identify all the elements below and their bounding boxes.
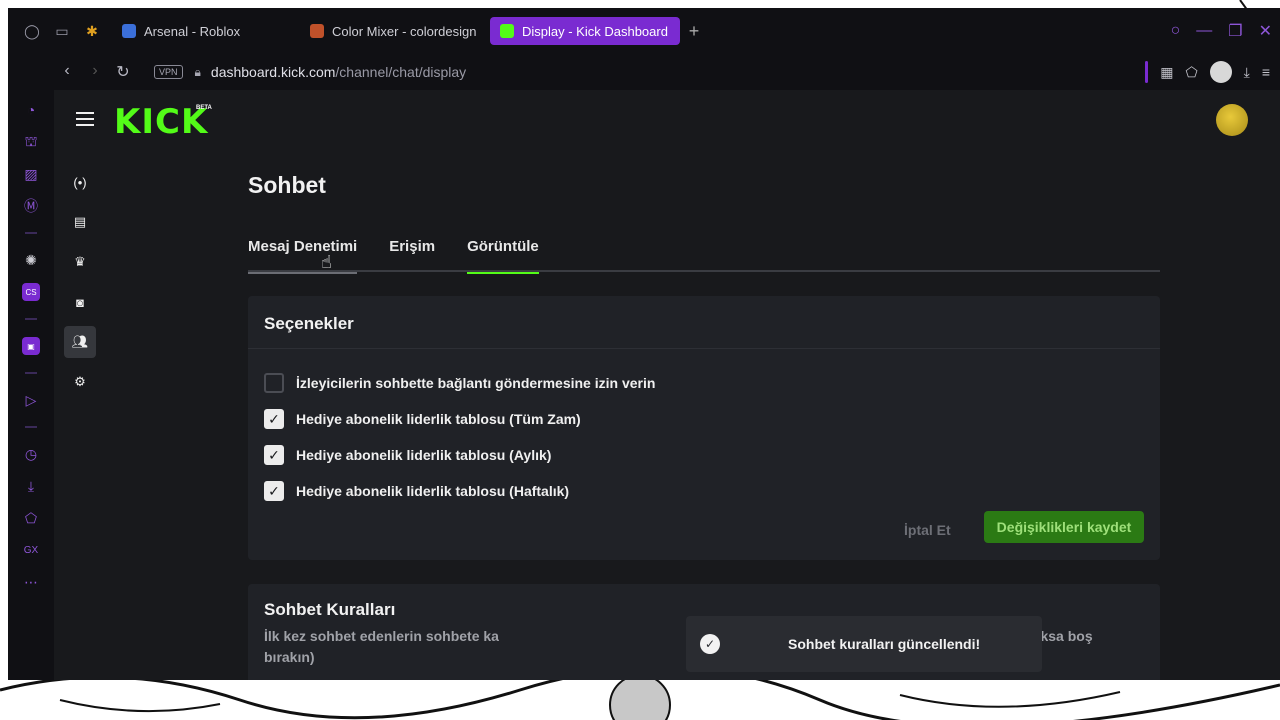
url-host: dashboard.kick.com — [210, 64, 336, 80]
checkbox-checked[interactable]: ✓ — [264, 481, 284, 501]
tab-title: Color Mixer - colordesign — [332, 23, 477, 39]
tab-arsenal-roblox[interactable]: Arsenal - Roblox — [112, 17, 300, 45]
extensions-icon[interactable]: ⬠ — [1185, 64, 1197, 81]
option-gift-leaderboard-weekly[interactable]: ✓ Hediye abonelik liderlik tablosu (Haft… — [264, 481, 569, 501]
roblox-favicon-icon — [122, 24, 136, 38]
more-icon[interactable]: ⋯ — [20, 571, 42, 593]
player-icon[interactable]: ▷ — [20, 389, 42, 411]
option-gift-leaderboard-monthly[interactable]: ✓ Hediye abonelik liderlik tablosu (Aylı… — [264, 445, 551, 465]
community-icon[interactable]: 👥︎ — [64, 326, 96, 358]
close-icon[interactable]: ✕ — [1259, 21, 1272, 41]
opera-sidebar: ◔ ⛫ ▨ Ⓜ ✺ CS ▣ ▷ ◷ ⤓ ⬠ GX ⋯ — [8, 90, 54, 680]
cs-badge-icon[interactable]: CS — [20, 281, 42, 303]
option-label: Hediye abonelik liderlik tablosu (Haftal… — [296, 483, 570, 499]
option-label: İzleyicilerin sohbette bağlantı gönderme… — [296, 375, 656, 391]
maximize-icon[interactable]: ❐ — [1228, 21, 1242, 41]
toast-notification: ✓ Sohbet kuralları güncellendi! — [686, 616, 1042, 672]
kick-favicon-icon — [500, 24, 514, 38]
url-path: /channel/chat/display — [335, 64, 467, 80]
trophy-icon[interactable]: ♛ — [64, 246, 96, 278]
opera-logo-icon[interactable]: ◯ — [22, 21, 42, 41]
toolbar-separator — [1145, 61, 1149, 83]
settings-icon[interactable]: ⚙ — [64, 366, 96, 398]
address-bar: ‹ › ↻ VPN 🔒︎ dashboard.kick.com/channel/… — [8, 54, 1280, 90]
beta-badge: BETA — [196, 105, 212, 111]
minimize-icon[interactable]: — — [1196, 22, 1212, 40]
lock-icon[interactable]: 🔒︎ — [195, 65, 201, 80]
tab-color-mixer[interactable]: Color Mixer - colordesign — [300, 17, 490, 45]
kick-header: KICK BETA — [54, 90, 1280, 154]
sidebar-divider — [25, 318, 37, 320]
screen-capture-icon[interactable]: ◙ — [64, 286, 96, 318]
tab-kick-dashboard[interactable]: Display - Kick Dashboard — [490, 17, 680, 45]
tab-display[interactable]: Görüntüle — [467, 238, 539, 274]
downloads-icon[interactable]: ⤓ — [20, 475, 42, 497]
checkbox-unchecked[interactable] — [264, 373, 284, 393]
page-title: Sohbet — [248, 172, 326, 198]
new-tab-button[interactable]: + — [682, 19, 706, 43]
url-field[interactable]: dashboard.kick.com/channel/chat/display — [211, 64, 466, 80]
tab-title: Display - Kick Dashboard — [522, 23, 668, 39]
hamburger-menu-icon[interactable] — [76, 112, 94, 126]
chat-tabs: Mesaj Denetimi Erişim Görüntüle — [248, 238, 1160, 274]
option-label: Hediye abonelik liderlik tablosu (Aylık) — [296, 447, 552, 463]
user-avatar[interactable] — [1216, 104, 1248, 136]
wallpaper-icon[interactable]: ▨ — [20, 163, 42, 185]
kick-dashboard: KICK BETA (•) ▤ ♛ ◙ 👥︎ ⚙ Sohbet Mesaj De… — [54, 90, 1280, 680]
cancel-button[interactable]: İptal Et — [904, 522, 951, 538]
qr-code-icon[interactable]: ▦ — [1160, 64, 1173, 81]
vpn-badge[interactable]: VPN — [154, 65, 183, 79]
checkbox-checked[interactable]: ✓ — [264, 409, 284, 429]
browser-tab-strip: ◯ ▭ ✱ Arsenal - Roblox Color Mixer - col… — [8, 8, 1280, 54]
check-circle-icon: ✓ — [700, 634, 720, 654]
browser-window: ◯ ▭ ✱ Arsenal - Roblox Color Mixer - col… — [8, 8, 1280, 680]
option-allow-links[interactable]: İzleyicilerin sohbette bağlantı gönderme… — [264, 373, 655, 393]
back-icon[interactable]: ‹ — [54, 62, 80, 82]
menu-icon[interactable]: ≡ — [1262, 64, 1270, 80]
option-label: Hediye abonelik liderlik tablosu (Tüm Za… — [296, 411, 581, 427]
rules-title: Sohbet Kuralları — [264, 600, 396, 619]
gamepad-icon[interactable]: ▭ — [52, 21, 72, 41]
option-gift-leaderboard-alltime[interactable]: ✓ Hediye abonelik liderlik tablosu (Tüm … — [264, 409, 581, 429]
extensions-sidebar-icon[interactable]: ⬠ — [20, 507, 42, 529]
profile-avatar[interactable] — [1209, 61, 1232, 83]
save-changes-button[interactable]: Değişiklikleri kaydet — [984, 511, 1144, 543]
download-icon[interactable]: ⤓ — [1244, 64, 1250, 81]
kick-logo[interactable]: KICK — [114, 102, 208, 142]
sidebar-divider — [25, 372, 37, 374]
history-icon[interactable]: ◷ — [20, 443, 42, 465]
options-title: Seçenekler — [264, 314, 354, 333]
card-divider — [248, 348, 1160, 349]
dashboard-nav: (•) ▤ ♛ ◙ 👥︎ ⚙ — [64, 166, 96, 398]
checkbox-checked[interactable]: ✓ — [264, 445, 284, 465]
speed-dial-icon[interactable]: ◔ — [20, 99, 42, 121]
stream-icon[interactable]: (•) — [64, 166, 96, 198]
forward-icon[interactable]: › — [82, 62, 108, 82]
gx-icon[interactable]: GX — [20, 539, 42, 561]
search-tabs-icon[interactable]: ○ — [1171, 22, 1181, 40]
gx-corner-icon[interactable]: ⛫ — [20, 131, 42, 153]
chatgpt-icon[interactable]: ✺ — [20, 249, 42, 271]
analytics-icon[interactable]: ▤ — [64, 206, 96, 238]
tab-title: Arsenal - Roblox — [144, 23, 241, 39]
sidebar-divider — [25, 426, 37, 428]
toast-message: Sohbet kuralları güncellendi! — [788, 636, 981, 652]
options-card: Seçenekler İzleyicilerin sohbette bağlan… — [248, 296, 1160, 560]
tab-message-moderation[interactable]: Mesaj Denetimi — [248, 238, 358, 274]
colordesign-favicon-icon — [310, 24, 324, 38]
reload-icon[interactable]: ↻ — [110, 62, 136, 82]
pinwheel-icon[interactable]: ✱ — [82, 21, 102, 41]
tab-access[interactable]: Erişim — [389, 238, 435, 272]
mouse-cursor-icon: ☝︎ — [321, 252, 332, 272]
messenger-icon[interactable]: Ⓜ — [20, 195, 42, 217]
twitch-icon[interactable]: ▣ — [20, 335, 42, 357]
sidebar-divider — [25, 232, 37, 234]
